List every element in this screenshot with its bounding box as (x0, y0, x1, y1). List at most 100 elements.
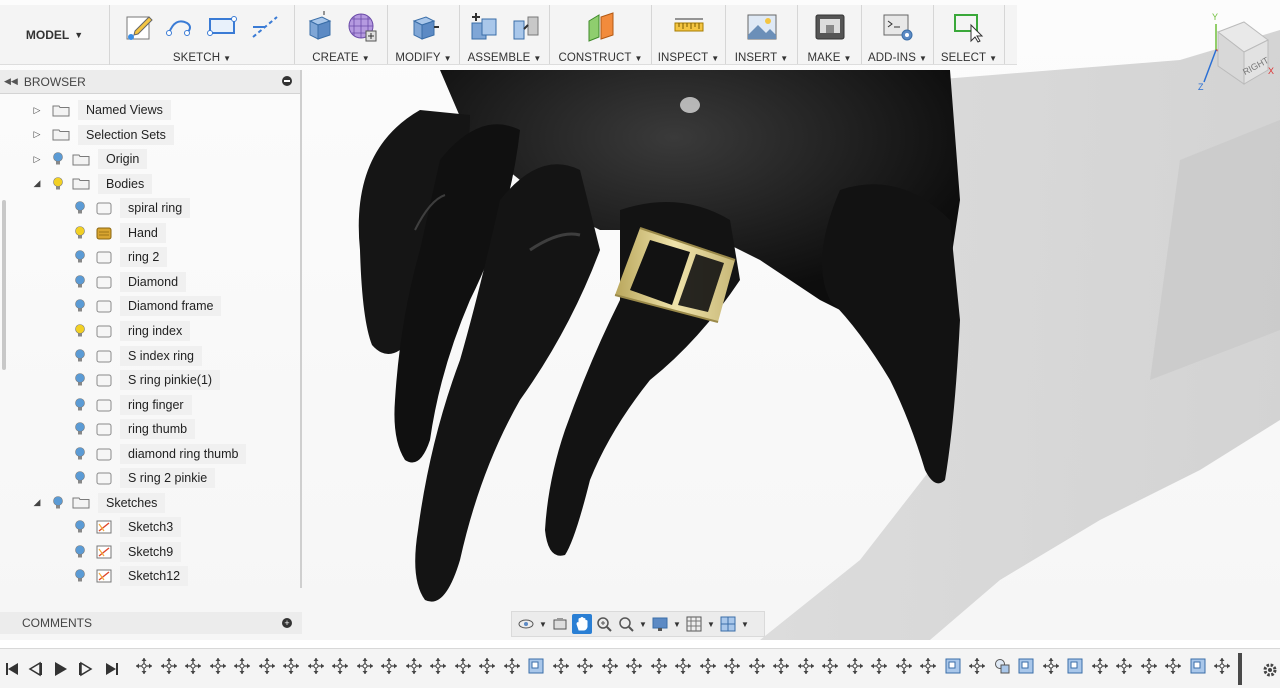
offset-plane-icon[interactable] (585, 11, 617, 43)
expand-arrow-icon[interactable]: ▷ (32, 154, 42, 165)
tree-item-s-index-ring[interactable]: S index ring (74, 345, 203, 366)
collapse-arrow-icon[interactable]: ◢ (32, 497, 42, 508)
trim-icon[interactable] (249, 11, 281, 43)
timeline-move-icon[interactable] (478, 657, 496, 675)
tree-item-hand[interactable]: Hand (74, 222, 166, 243)
visibility-bulb-icon[interactable] (74, 250, 86, 264)
timeline-move-icon[interactable] (821, 657, 839, 675)
timeline-move-icon[interactable] (699, 657, 717, 675)
step-forward-icon[interactable] (77, 661, 93, 677)
toolbar-group-modify[interactable]: MODIFY ▼ (388, 5, 460, 64)
toolbar-group-construct[interactable]: CONSTRUCT ▼ (550, 5, 652, 64)
fit-button[interactable] (616, 614, 636, 634)
timeline-move-icon[interactable] (723, 657, 741, 675)
tree-item-ring-finger[interactable]: ring finger (74, 394, 192, 415)
timeline-move-icon[interactable] (356, 657, 374, 675)
timeline-move-icon[interactable] (1140, 657, 1158, 675)
expand-arrow-icon[interactable]: ▷ (32, 129, 42, 140)
tree-item-diamond-ring-thumb[interactable]: diamond ring thumb (74, 443, 247, 464)
timeline-sketch-icon[interactable] (1066, 657, 1084, 675)
comments-panel[interactable]: COMMENTS + (0, 612, 302, 634)
viewports-dropdown[interactable]: ▼ (740, 620, 750, 629)
visibility-bulb-icon[interactable] (74, 545, 86, 559)
expand-arrow-icon[interactable]: ▷ (32, 105, 42, 116)
timeline-move-icon[interactable] (772, 657, 790, 675)
tree-item-s-ring-pinkie-1[interactable]: S ring pinkie(1) (74, 370, 221, 391)
visibility-bulb-icon[interactable] (74, 397, 86, 412)
create-sketch-icon[interactable] (123, 11, 155, 43)
extrude-icon[interactable] (304, 10, 336, 43)
timeline-move-icon[interactable] (1164, 657, 1182, 675)
visibility-bulb-icon[interactable] (74, 275, 86, 289)
display-settings-button[interactable] (650, 614, 670, 634)
zoom-button[interactable] (594, 614, 614, 634)
form-icon[interactable] (346, 11, 378, 43)
visibility-bulb-icon[interactable] (74, 348, 86, 363)
timeline-move-icon[interactable] (233, 657, 251, 675)
line-icon[interactable] (165, 11, 197, 43)
tree-item-sketch9[interactable]: Sketch9 (74, 541, 182, 562)
timeline-sketch-icon[interactable] (1189, 657, 1207, 675)
visibility-bulb-icon[interactable] (52, 495, 64, 510)
timeline-combine-icon[interactable] (993, 657, 1011, 675)
collapse-arrow-icon[interactable]: ◢ (32, 178, 42, 189)
tree-item-spiral-ring[interactable]: spiral ring (74, 198, 191, 219)
timeline-move-icon[interactable] (405, 657, 423, 675)
skip-to-end-icon[interactable] (104, 661, 120, 677)
timeline-move-icon[interactable] (135, 657, 153, 675)
timeline-move-icon[interactable] (919, 657, 937, 675)
timeline-sketch-icon[interactable] (944, 657, 962, 675)
timeline-move-icon[interactable] (331, 657, 349, 675)
tree-item-ring-index[interactable]: ring index (74, 320, 191, 341)
toolbar-group-make[interactable]: MAKE ▼ (798, 5, 862, 64)
timeline-marker[interactable] (1238, 653, 1242, 685)
tree-item-bodies[interactable]: ◢ Bodies (32, 173, 153, 194)
tree-item-selection-sets[interactable]: ▷ Selection Sets (32, 124, 174, 145)
timeline-move-icon[interactable] (1091, 657, 1109, 675)
timeline-move-icon[interactable] (429, 657, 447, 675)
toolbar-group-sketch[interactable]: SKETCH ▼ (110, 5, 295, 64)
timeline-move-icon[interactable] (209, 657, 227, 675)
timeline-move-icon[interactable] (748, 657, 766, 675)
tree-item-diamond[interactable]: Diamond (74, 271, 187, 292)
toolbar-group-addins[interactable]: ADD-INS ▼ (862, 5, 934, 64)
select-icon[interactable] (953, 11, 985, 43)
visibility-bulb-icon[interactable] (74, 446, 86, 461)
timeline-move-icon[interactable] (503, 657, 521, 675)
workspace-switcher[interactable]: MODEL ▼ (0, 5, 110, 65)
timeline-move-icon[interactable] (454, 657, 472, 675)
tree-item-sketch12[interactable]: Sketch12 (74, 566, 189, 587)
visibility-bulb-icon[interactable] (74, 569, 86, 583)
viewcube[interactable]: Y X Z RIGHT (1188, 10, 1280, 100)
orbit-button[interactable] (516, 614, 536, 634)
visibility-bulb-icon[interactable] (74, 471, 86, 485)
scripts-addins-icon[interactable] (882, 11, 914, 43)
tree-item-ring-2[interactable]: ring 2 (74, 247, 168, 268)
measure-icon[interactable] (673, 11, 705, 43)
toolbar-group-insert[interactable]: INSERT ▼ (726, 5, 798, 64)
tree-item-sketch3[interactable]: Sketch3 (74, 517, 182, 538)
timeline-track[interactable] (135, 657, 1240, 681)
timeline-move-icon[interactable] (846, 657, 864, 675)
timeline-move-icon[interactable] (160, 657, 178, 675)
timeline-sketch-icon[interactable] (1017, 657, 1035, 675)
tree-item-named-views[interactable]: ▷ Named Views (32, 100, 171, 120)
timeline-move-icon[interactable] (576, 657, 594, 675)
toolbar-group-inspect[interactable]: INSPECT ▼ (652, 5, 726, 64)
timeline-move-icon[interactable] (307, 657, 325, 675)
panel-splitter[interactable] (300, 70, 302, 588)
rectangle-icon[interactable] (207, 11, 239, 43)
toolbar-group-assemble[interactable]: ASSEMBLE ▼ (460, 5, 550, 64)
visibility-bulb-icon[interactable] (74, 422, 86, 436)
visibility-bulb-icon[interactable] (74, 373, 86, 387)
tree-item-ring-thumb[interactable]: ring thumb (74, 419, 196, 440)
new-component-icon[interactable] (468, 11, 500, 43)
zoom-dropdown[interactable]: ▼ (638, 620, 648, 629)
step-back-icon[interactable] (28, 661, 44, 677)
toolbar-group-create[interactable]: CREATE ▼ (295, 5, 388, 64)
look-at-button[interactable] (550, 614, 570, 634)
tree-item-s-ring-2-pinkie[interactable]: S ring 2 pinkie (74, 468, 216, 489)
visibility-bulb-icon[interactable] (74, 520, 86, 534)
gear-icon[interactable] (1262, 662, 1278, 678)
timeline-move-icon[interactable] (552, 657, 570, 675)
